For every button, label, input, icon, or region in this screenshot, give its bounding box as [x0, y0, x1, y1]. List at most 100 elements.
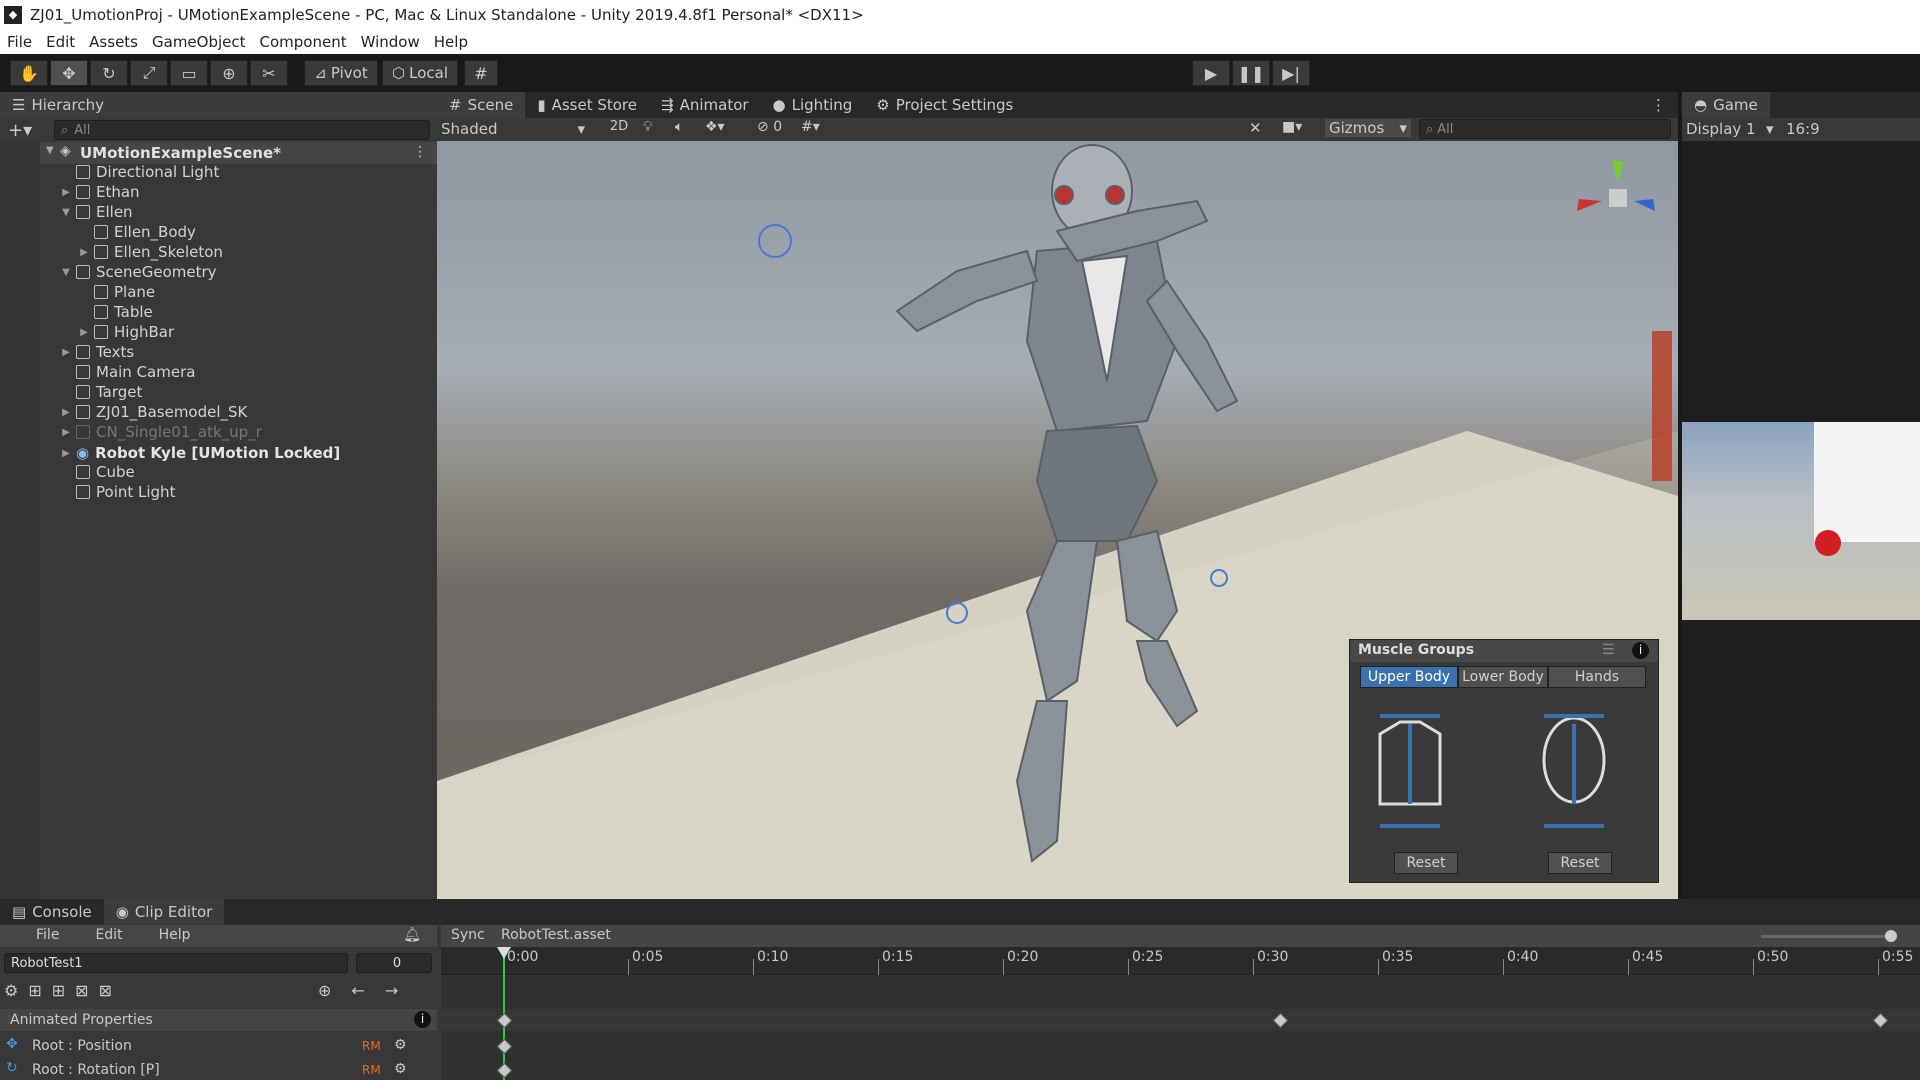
scale-tool-icon[interactable]: ⤢	[130, 60, 168, 86]
next-key-icon[interactable]: →	[385, 981, 398, 1000]
hierarchy-item[interactable]: Main Camera	[76, 362, 195, 382]
tab-hierarchy[interactable]: ☰ Hierarchy	[0, 92, 437, 118]
zoom-slider[interactable]	[1761, 935, 1891, 938]
menu-file[interactable]: File	[0, 33, 39, 51]
expand-arrow-icon[interactable]: ▶	[60, 187, 72, 198]
bell-icon[interactable]: 🔔︎	[403, 925, 437, 947]
expand-arrow-icon[interactable]: ▶	[60, 347, 72, 358]
property-row[interactable]: ↻ Root : Rotation [P] RM ⚙	[0, 1059, 420, 1080]
tab-clip-editor[interactable]: ◉ Clip Editor	[103, 899, 225, 925]
more-options-icon[interactable]: ⋮	[413, 144, 427, 160]
transform-tool-icon[interactable]: ⊕	[210, 60, 248, 86]
display-dropdown[interactable]: Display 1	[1686, 120, 1756, 138]
gear-icon[interactable]: ⚙	[394, 1037, 407, 1053]
time-ruler[interactable]: 0:00 0:05 0:10 0:15 0:20 0:25 0:30 0:35 0:40 0:45…	[441, 947, 1920, 975]
tab-scene[interactable]: # Scene	[437, 92, 526, 118]
reset-torso-button[interactable]: Reset	[1394, 852, 1458, 874]
lighting-toggle-icon[interactable]: 💡︎	[643, 119, 653, 135]
info-icon[interactable]: i	[1632, 642, 1649, 659]
torso-twist-slider[interactable]	[1380, 824, 1440, 828]
clip-menu-edit[interactable]: Edit	[95, 925, 158, 947]
play-button-icon[interactable]: ▶	[1192, 60, 1230, 86]
gizmo-y-axis[interactable]	[1612, 161, 1624, 183]
hierarchy-item-locked[interactable]: ▶ ◉ Robot Kyle [UMotion Locked]	[60, 443, 340, 463]
scene-search-input[interactable]: ⌕ All	[1419, 119, 1671, 139]
gizmo-center[interactable]	[1609, 189, 1627, 207]
add-keys-icon[interactable]: ⊞	[28, 981, 41, 1000]
hierarchy-item[interactable]: ▼ SceneGeometry	[60, 262, 216, 282]
timeline-area[interactable]: Sync RobotTest.asset 0:00 0:05 0:10 0:15 0:2…	[441, 925, 1920, 1080]
custom-tool-icon[interactable]: ✂	[250, 60, 288, 86]
gear-icon[interactable]: ⚙	[394, 1061, 407, 1077]
reset-head-button[interactable]: Reset	[1548, 852, 1612, 874]
hierarchy-item[interactable]: Ellen_Body	[94, 222, 196, 242]
menu-help[interactable]: Help	[427, 33, 475, 51]
clip-menu-help[interactable]: Help	[159, 925, 227, 947]
game-view[interactable]	[1682, 141, 1920, 899]
expand-arrow-icon[interactable]: ▶	[60, 427, 72, 438]
hierarchy-item[interactable]: ▶ Ellen_Skeleton	[78, 242, 223, 262]
torso-tilt-slider[interactable]	[1380, 714, 1440, 718]
hierarchy-item[interactable]: Point Light	[76, 482, 175, 502]
head-nod-slider[interactable]	[1572, 724, 1576, 804]
tab-animator[interactable]: ⇶ Animator	[649, 92, 761, 118]
gizmos-dropdown[interactable]: Gizmos ▾	[1325, 119, 1411, 137]
hierarchy-item[interactable]: Directional Light	[76, 162, 219, 182]
hidden-objects-toggle[interactable]: ⊘ 0	[757, 119, 782, 135]
grid-snap-icon[interactable]: #	[464, 60, 498, 86]
move-tool-icon[interactable]: ✥	[50, 60, 88, 86]
tab-asset-store[interactable]: ▮ Asset Store	[525, 92, 649, 118]
expand-arrow-icon[interactable]: ▶	[60, 448, 72, 459]
ik-handle-gizmo[interactable]	[758, 224, 792, 258]
tab-game[interactable]: ◓ Game	[1682, 92, 1770, 118]
tools-icon[interactable]: ✕	[1249, 119, 1262, 137]
tab-upper-body[interactable]: Upper Body	[1360, 666, 1458, 688]
property-row[interactable]: ✥ Root : Position RM ⚙	[0, 1035, 420, 1057]
menu-assets[interactable]: Assets	[82, 33, 145, 51]
rect-tool-icon[interactable]: ▭	[170, 60, 208, 86]
hierarchy-item[interactable]: ▶ ZJ01_Basemodel_SK	[60, 402, 247, 422]
hierarchy-item[interactable]: ▼ Ellen	[60, 202, 132, 222]
add-icon[interactable]: +▾	[8, 120, 32, 141]
keyframe[interactable]	[496, 1038, 513, 1055]
delete-properties-icon[interactable]: ⊠	[99, 981, 112, 1000]
tab-lower-body[interactable]: Lower Body	[1458, 666, 1548, 688]
hierarchy-item[interactable]: Target	[76, 382, 142, 402]
pause-button-icon[interactable]: ❚❚	[1232, 60, 1270, 86]
hierarchy-search-input[interactable]: ⌕ All	[54, 120, 430, 140]
remove-keys-icon[interactable]: ⊠	[75, 981, 88, 1000]
menu-window[interactable]: Window	[354, 33, 427, 51]
menu-icon[interactable]: ☰	[1602, 642, 1615, 658]
hierarchy-item[interactable]: Table	[94, 302, 153, 322]
2d-toggle[interactable]: 2D	[601, 119, 637, 139]
muscle-diagram[interactable]	[1360, 694, 1650, 844]
head-tilt-slider[interactable]	[1544, 714, 1604, 718]
expand-arrow-icon[interactable]: ▼	[46, 145, 54, 156]
zoom-slider-handle[interactable]	[1885, 930, 1897, 942]
gizmo-x-axis[interactable]	[1577, 199, 1602, 211]
hierarchy-item[interactable]: Plane	[94, 282, 155, 302]
torso-slider[interactable]	[1408, 724, 1412, 804]
clip-selector-dropdown[interactable]: RobotTest1	[4, 953, 348, 973]
head-turn-slider[interactable]	[1544, 824, 1604, 828]
settings-icon[interactable]: ⚙	[4, 981, 18, 1000]
hierarchy-item[interactable]: Cube	[76, 462, 135, 482]
frame-field[interactable]: 0	[356, 953, 432, 973]
sync-toggle[interactable]: Sync	[451, 927, 485, 943]
scene-root-row[interactable]: ▼ ◈ UMotionExampleScene* ⋮	[40, 142, 437, 164]
expand-arrow-icon[interactable]: ▶	[78, 327, 90, 338]
expand-arrow-icon[interactable]: ▶	[60, 407, 72, 418]
previous-key-icon[interactable]: ←	[351, 981, 364, 1000]
local-toggle[interactable]: ⬡ Local	[382, 60, 458, 86]
collapse-arrow-icon[interactable]: ▼	[60, 207, 72, 218]
collapse-arrow-icon[interactable]: ▼	[60, 267, 72, 278]
tab-console[interactable]: ▤ Console	[0, 899, 104, 925]
more-options-icon[interactable]: ⋮	[1639, 92, 1678, 118]
pivot-toggle[interactable]: ⊿ Pivot	[304, 60, 378, 86]
clip-menu-file[interactable]: File	[0, 925, 95, 947]
menu-edit[interactable]: Edit	[39, 33, 82, 51]
info-icon[interactable]: i	[414, 1011, 431, 1028]
expand-arrow-icon[interactable]: ▶	[78, 247, 90, 258]
tab-project-settings[interactable]: ⚙ Project Settings	[864, 92, 1025, 118]
grid-toggle-icon[interactable]: #▾	[801, 119, 820, 135]
